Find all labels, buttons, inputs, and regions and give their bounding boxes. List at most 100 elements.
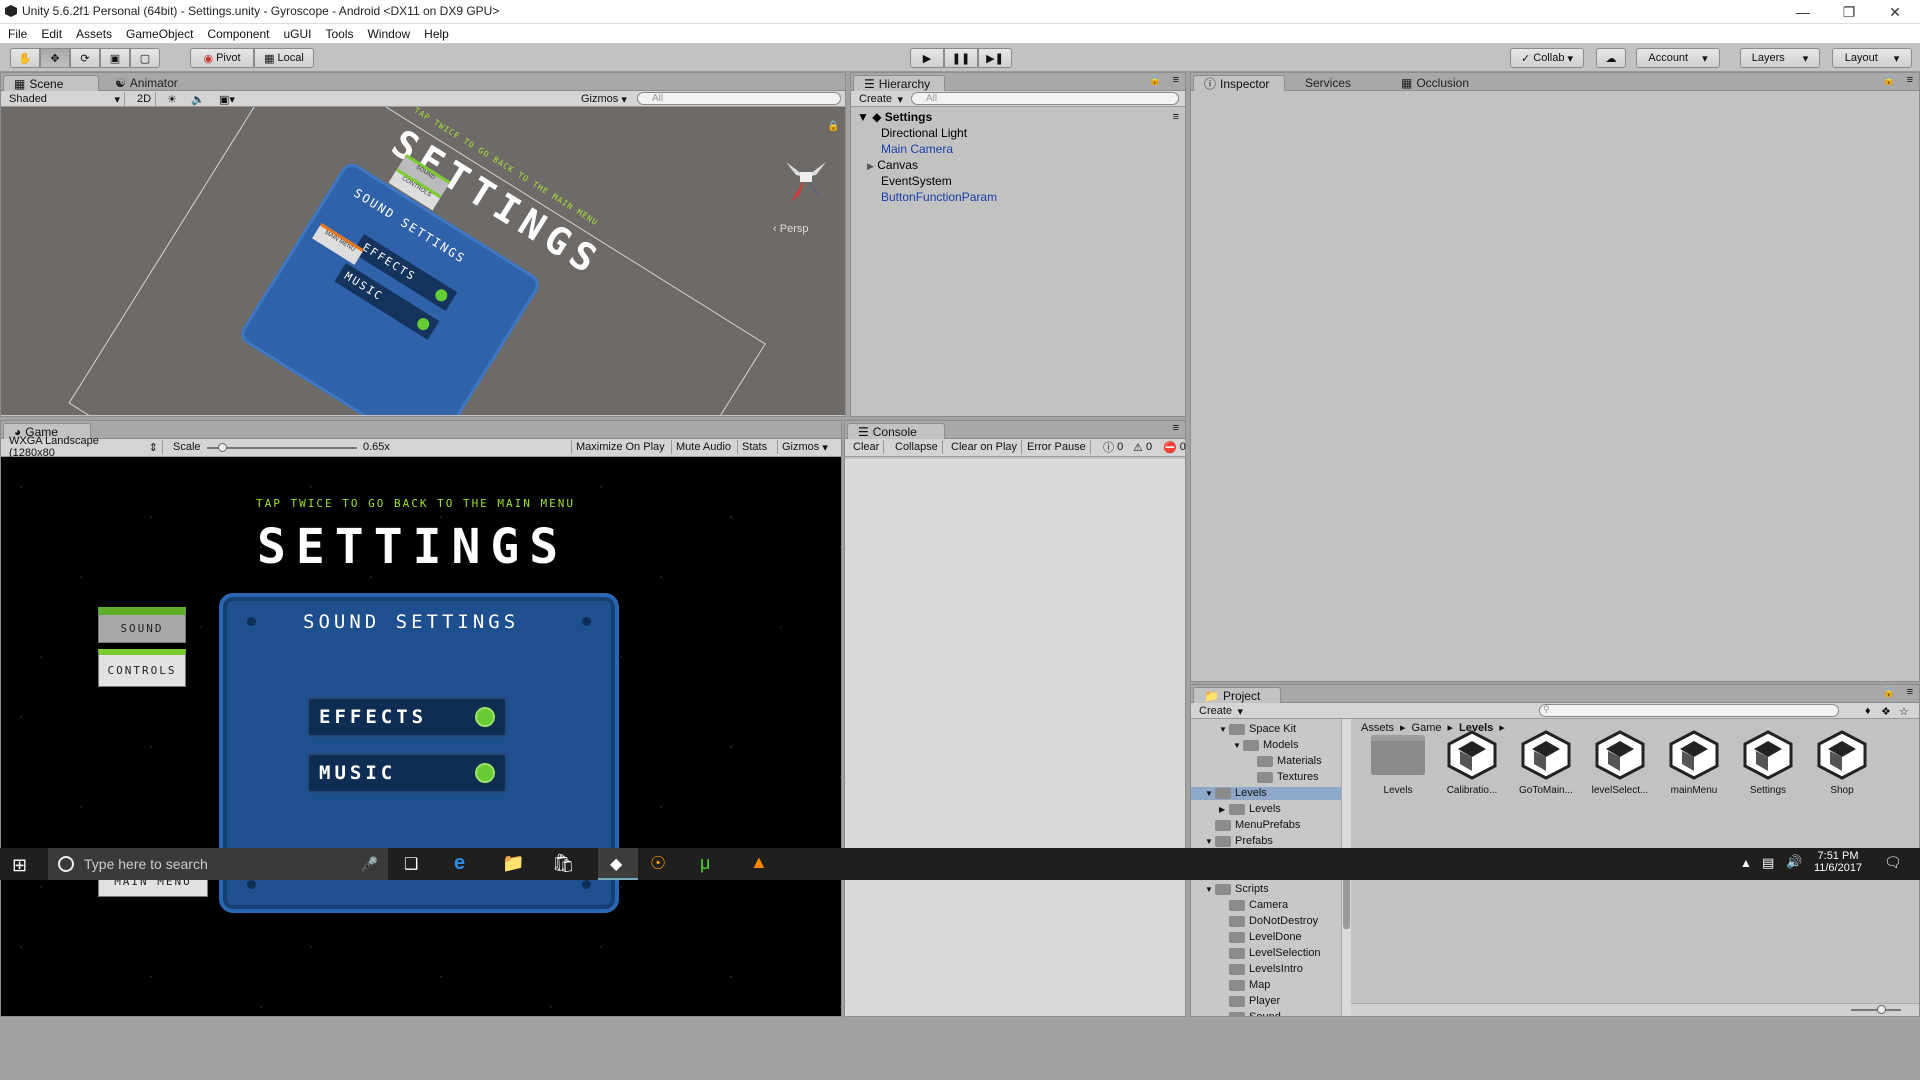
file-explorer-icon[interactable]: 📁 (502, 853, 524, 874)
shading-dropdown[interactable]: Shaded ▾ (5, 92, 125, 106)
project-tree-item[interactable]: ▼ Scripts (1191, 883, 1341, 896)
taskbar-search-box[interactable]: Type here to search 🎤 (48, 848, 388, 880)
expand-open-icon[interactable]: ▼ (1219, 723, 1229, 736)
notifications-icon[interactable]: 🗨 (1884, 854, 1902, 871)
vlc-icon[interactable]: ▲ (750, 852, 768, 873)
hierarchy-scene-root[interactable]: ▼ ◆ Settings (857, 109, 932, 125)
project-tree-item[interactable]: LevelsIntro (1191, 963, 1341, 976)
project-search-input[interactable]: ⚲ (1539, 704, 1839, 717)
expand-closed-icon[interactable]: ▶ (1219, 803, 1229, 816)
project-tree-item[interactable]: Textures (1191, 771, 1341, 784)
gizmos-dropdown[interactable]: Gizmos ▾ (577, 92, 631, 106)
tray-chevron-up-icon[interactable]: ▲ (1740, 856, 1752, 870)
asset-item[interactable]: Settings (1737, 729, 1799, 796)
orientation-gizmo-icon[interactable] (771, 157, 841, 217)
menu-edit[interactable]: Edit (41, 27, 62, 41)
hierarchy-item[interactable]: ButtonFunctionParam (881, 189, 997, 205)
project-tree-item[interactable]: Materials (1191, 755, 1341, 768)
project-tree-item[interactable]: Map (1191, 979, 1341, 992)
lock-icon[interactable]: 🔒 (1883, 75, 1895, 86)
menu-gameobject[interactable]: GameObject (126, 27, 193, 41)
pivot-toggle[interactable]: ◉ Pivot (190, 48, 254, 68)
mode-2d-toggle[interactable]: 2D (133, 92, 157, 106)
menu-ugui[interactable]: uGUI (283, 27, 311, 41)
menu-tools[interactable]: Tools (325, 27, 353, 41)
scene-menu-icon[interactable]: ≡ (1173, 111, 1179, 123)
pause-button[interactable]: ❚❚ (944, 48, 978, 68)
unity-taskbar-button[interactable]: ◆ (598, 848, 638, 880)
asset-item[interactable]: levelSelect... (1589, 729, 1651, 796)
task-view-icon[interactable]: ❑ (404, 854, 418, 874)
filter-label-icon[interactable]: ❖ (1877, 704, 1895, 718)
rotate-tool-icon[interactable]: ⟳ (70, 48, 100, 68)
project-tree-item[interactable]: Player (1191, 995, 1341, 1008)
scale-slider-track[interactable] (207, 443, 357, 452)
menu-assets[interactable]: Assets (76, 27, 112, 41)
tab-services[interactable]: Services (1295, 75, 1361, 91)
scene-search-input[interactable]: All (637, 92, 841, 105)
tab-occlusion[interactable]: ▦ Occlusion (1391, 75, 1479, 91)
expand-open-icon[interactable]: ▼ (1205, 787, 1215, 800)
tab-inspector[interactable]: ⓘ Inspector (1193, 75, 1285, 91)
tab-project[interactable]: 📁 Project (1193, 687, 1281, 703)
asset-item[interactable]: GoToMain... (1515, 729, 1577, 796)
tab-animator[interactable]: ☯ Animator (105, 75, 188, 91)
rect-tool-icon[interactable]: ▢ (130, 48, 160, 68)
panel-menu-icon[interactable]: ≡ (1173, 422, 1179, 434)
menu-window[interactable]: Window (367, 27, 410, 41)
music-toggle[interactable]: MUSIC (307, 753, 507, 793)
error-count-toggle[interactable]: ⛔ 0 (1159, 440, 1190, 454)
project-tree-item[interactable]: ▼ Space Kit (1191, 723, 1341, 736)
icon-size-handle[interactable] (1877, 1005, 1886, 1014)
lock-icon[interactable]: 🔒 (827, 121, 839, 132)
lock-icon[interactable]: 🔒 (1149, 75, 1161, 86)
layout-dropdown[interactable]: Layout ▾ (1832, 48, 1912, 68)
project-tree-item[interactable]: LevelDone (1191, 931, 1341, 944)
mute-audio-toggle[interactable]: Mute Audio (671, 440, 735, 454)
asset-item[interactable]: mainMenu (1663, 729, 1725, 796)
resolution-dropdown[interactable]: WXGA Landscape (1280x80 ⇕ (5, 435, 163, 459)
move-tool-icon[interactable]: ✥ (40, 48, 70, 68)
account-dropdown[interactable]: Account ▾ (1636, 48, 1720, 68)
hierarchy-create-dropdown[interactable]: Create ▾ (855, 92, 907, 106)
blender-icon[interactable]: ☉ (650, 853, 666, 874)
hierarchy-item[interactable]: Main Camera (881, 141, 953, 157)
restore-icon[interactable]: ❐ (1826, 0, 1872, 24)
console-log-area[interactable] (845, 459, 1185, 849)
cloud-button[interactable]: ☁ (1596, 48, 1626, 68)
info-count-toggle[interactable]: ⓘ 0 (1099, 440, 1127, 454)
asset-item[interactable]: Calibratio... (1441, 729, 1503, 796)
warning-count-toggle[interactable]: ⚠ 0 (1129, 440, 1156, 454)
expand-arrow-icon[interactable]: ▶ (867, 161, 874, 171)
collab-button[interactable]: ✓ Collab ▾ (1510, 48, 1584, 68)
close-icon[interactable]: ✕ (1872, 0, 1918, 24)
tab-hierarchy[interactable]: ☰ Hierarchy (853, 75, 945, 91)
sound-tab-button[interactable]: SOUND (98, 607, 186, 643)
hierarchy-item[interactable]: Directional Light (881, 125, 967, 141)
asset-item[interactable]: Shop (1811, 729, 1873, 796)
project-tree-item[interactable]: ▼ Prefabs (1191, 835, 1341, 848)
menu-component[interactable]: Component (207, 27, 269, 41)
project-tree-item[interactable]: ▼ Models (1191, 739, 1341, 752)
scale-tool-icon[interactable]: ▣ (100, 48, 130, 68)
project-tree-item[interactable]: Sound (1191, 1011, 1341, 1016)
lighting-icon[interactable]: ☀ (163, 92, 181, 106)
scale-slider-handle[interactable] (218, 443, 227, 452)
hierarchy-item[interactable]: EventSystem (881, 173, 952, 189)
utorrent-icon[interactable]: μ (700, 853, 710, 874)
menu-help[interactable]: Help (424, 27, 449, 41)
project-tree-item[interactable]: ▶ Levels (1191, 803, 1341, 816)
edge-icon[interactable]: e (454, 852, 465, 875)
effects-icon[interactable]: ▣▾ (215, 92, 239, 106)
project-tree-item[interactable]: ▼ Levels (1191, 787, 1341, 800)
console-error-pause-toggle[interactable]: Error Pause (1023, 440, 1091, 454)
hand-tool-icon[interactable]: ✋ (10, 48, 40, 68)
menu-file[interactable]: File (8, 27, 27, 41)
project-tree-item[interactable]: DoNotDestroy (1191, 915, 1341, 928)
hierarchy-search-input[interactable]: All (911, 92, 1179, 105)
windows-start-icon[interactable]: ⊞ (12, 855, 27, 876)
network-icon[interactable]: ▤ (1762, 855, 1774, 871)
microphone-icon[interactable]: 🎤 (361, 856, 378, 873)
expand-open-icon[interactable]: ▼ (1233, 739, 1243, 752)
stats-toggle[interactable]: Stats (737, 440, 771, 454)
